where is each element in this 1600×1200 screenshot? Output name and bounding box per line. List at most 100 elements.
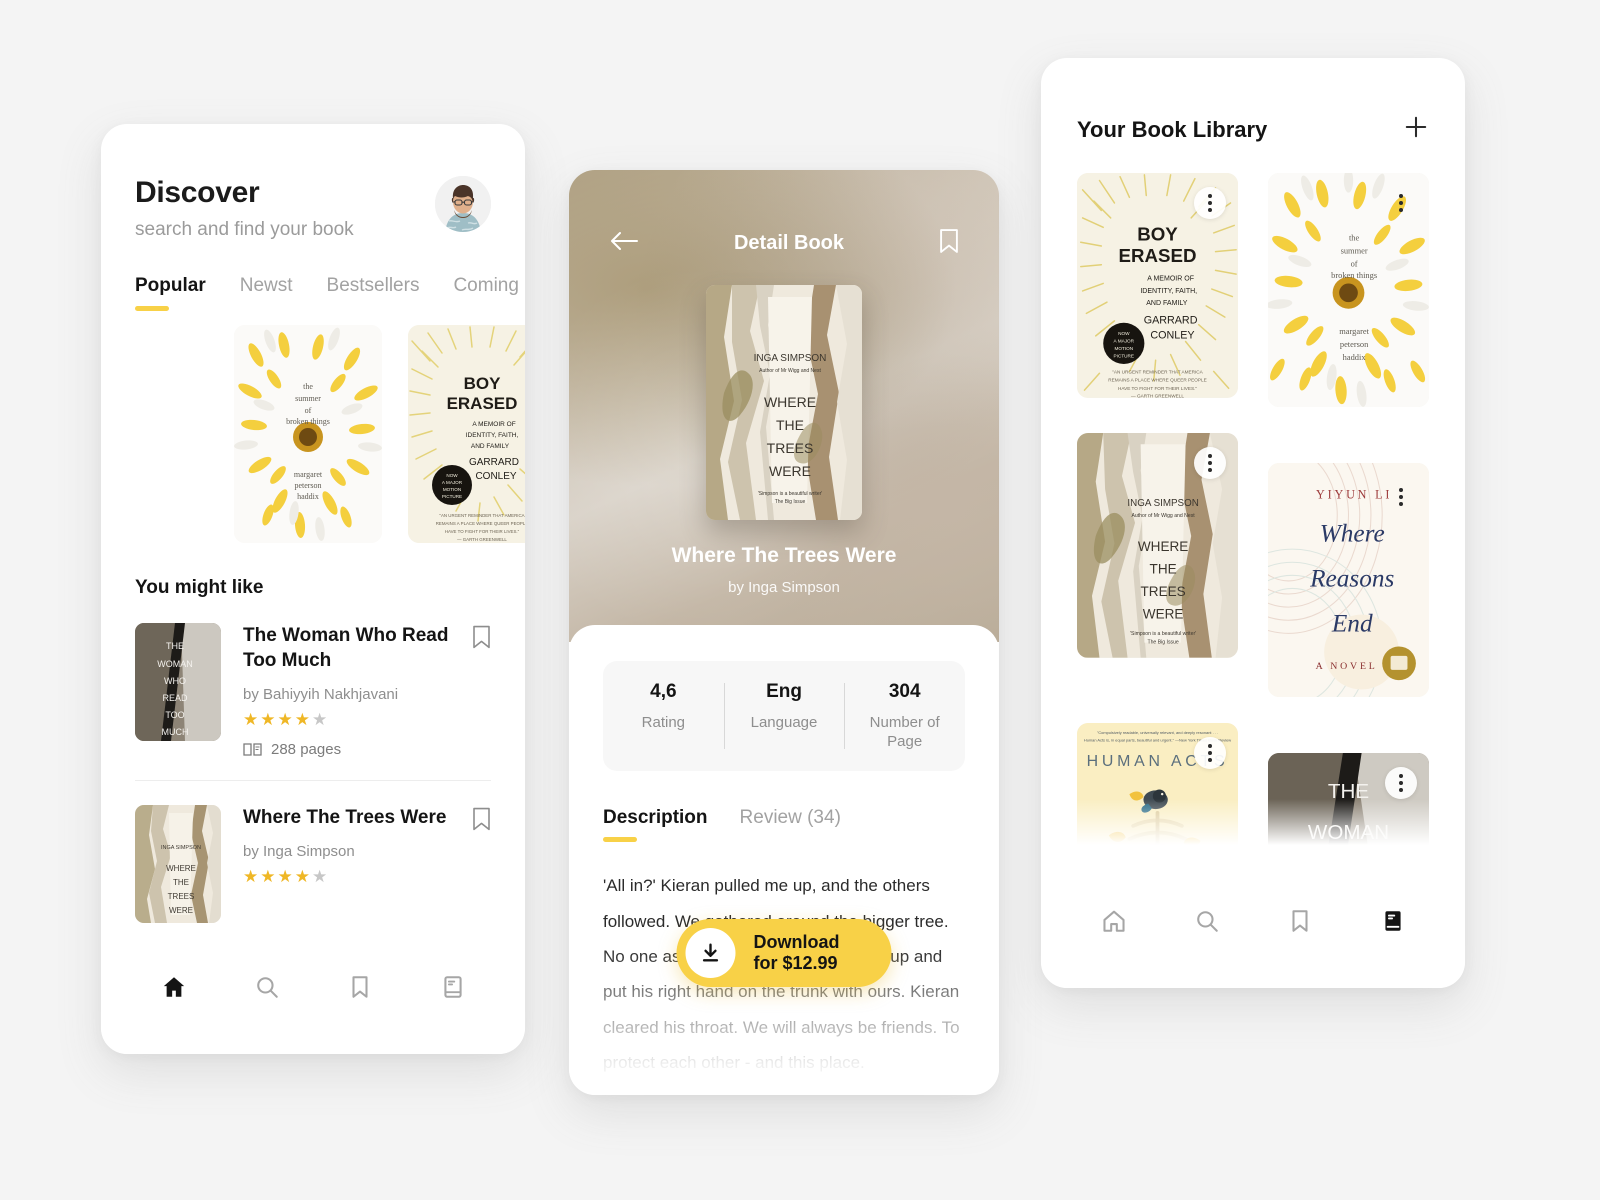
svg-text:TREES: TREES — [168, 892, 195, 901]
cover-art-sunflower: the summer of broken things margaret pet… — [234, 325, 382, 543]
svg-text:MUCH: MUCH — [162, 727, 189, 737]
svg-text:A MAJOR: A MAJOR — [1114, 338, 1135, 343]
nav-home[interactable] — [1101, 908, 1127, 939]
nav-bookmark[interactable] — [1287, 908, 1313, 939]
library-scroll-area[interactable]: BOY ERASED A MEMOIR OF IDENTITY, FAITH, … — [1041, 145, 1465, 845]
download-icon — [702, 943, 719, 962]
item-menu-button[interactable] — [1385, 767, 1417, 799]
library-grid: BOY ERASED A MEMOIR OF IDENTITY, FAITH, … — [1041, 145, 1465, 845]
bookmark-button[interactable] — [472, 805, 491, 923]
item-menu-button[interactable] — [1385, 187, 1417, 219]
carousel-cover-boy-erased[interactable]: BOY ERASED A MEMOIR OF IDENTITY, FAITH, … — [408, 325, 525, 543]
svg-text:REMAINS A PLACE WHERE QUEER PE: REMAINS A PLACE WHERE QUEER PEOPLE — [1108, 378, 1206, 383]
svg-text:Author of Mr Wigg and Nest: Author of Mr Wigg and Nest — [1131, 513, 1195, 519]
library-item-summer-broken-things[interactable]: the summer of broken things margaret peters… — [1268, 173, 1429, 407]
book-stats: 4,6 Rating Eng Language 304 Number of Pa… — [603, 661, 965, 772]
library-item-where-trees-were[interactable]: INGA SIMPSON Author of Mr Wigg and Nest … — [1077, 433, 1238, 697]
svg-text:'Simpson is a beautiful writer: 'Simpson is a beautiful writer' — [758, 491, 822, 497]
arrow-left-icon — [611, 232, 638, 250]
svg-text:WOMAN: WOMAN — [157, 659, 193, 669]
download-button[interactable]: Download for $12.99 — [676, 919, 892, 987]
svg-text:Author of Mr Wigg and Nest: Author of Mr Wigg and Nest — [759, 368, 821, 374]
tab-popular[interactable]: Popular — [135, 275, 206, 311]
popular-carousel[interactable]: the summer of broken things margaret pet… — [101, 311, 525, 543]
book-thumbnail-woman: THE WOMAN WHO READ TOO MUCH — [135, 623, 221, 741]
svg-text:MOTION: MOTION — [443, 487, 461, 492]
svg-text:AND FAMILY: AND FAMILY — [1146, 300, 1188, 307]
list-item[interactable]: THE WOMAN WHO READ TOO MUCH The Woman Who R… — [135, 599, 491, 780]
tab-newst[interactable]: Newst — [240, 275, 293, 311]
discover-header: Discover search and find your book — [101, 124, 525, 241]
avatar[interactable] — [435, 176, 491, 232]
svg-text:broken things: broken things — [286, 417, 330, 426]
svg-text:PICTURE: PICTURE — [442, 494, 462, 499]
item-menu-button[interactable] — [1194, 447, 1226, 479]
tab-coming-soon[interactable]: Coming S — [453, 275, 525, 311]
tab-review[interactable]: Review (34) — [740, 807, 841, 842]
svg-text:GARRARD: GARRARD — [1144, 315, 1198, 327]
back-button[interactable] — [609, 231, 639, 256]
more-vertical-icon — [1399, 774, 1403, 778]
detail-book-author: by Inga Simpson — [728, 579, 840, 596]
svg-text:NOW: NOW — [1118, 331, 1130, 336]
svg-text:peterson: peterson — [294, 481, 321, 490]
svg-text:THE: THE — [776, 417, 804, 433]
library-item-boy-erased[interactable]: BOY ERASED A MEMOIR OF IDENTITY, FAITH, … — [1077, 173, 1238, 407]
carousel-cover-sunflower[interactable]: the summer of broken things margaret pet… — [234, 325, 382, 543]
nav-library[interactable] — [440, 974, 466, 1005]
svg-text:peterson: peterson — [1340, 339, 1369, 349]
svg-text:AND FAMILY: AND FAMILY — [471, 443, 510, 450]
item-menu-button[interactable] — [1194, 187, 1226, 219]
svg-text:margaret: margaret — [294, 470, 323, 479]
bookmark-icon — [940, 229, 958, 253]
svg-text:INGA SIMPSON: INGA SIMPSON — [754, 353, 827, 364]
svg-text:TOO: TOO — [165, 710, 184, 720]
svg-text:THE: THE — [166, 641, 184, 651]
tab-bestsellers[interactable]: Bestsellers — [327, 275, 420, 311]
bookmark-button[interactable] — [472, 623, 491, 758]
cover-art-woman: THE WOMAN WHO READ TOO MUCH — [135, 623, 221, 741]
svg-text:End: End — [1331, 609, 1373, 637]
item-menu-button[interactable] — [1194, 737, 1226, 769]
add-book-button[interactable] — [1403, 114, 1429, 145]
nav-library[interactable] — [1380, 908, 1406, 939]
detail-book-cover[interactable]: INGA SIMPSON Author of Mr Wigg and Nest … — [706, 285, 862, 520]
svg-text:HAVE TO FIGHT FOR THEIR LIVES.: HAVE TO FIGHT FOR THEIR LIVES." — [445, 529, 520, 534]
nav-search[interactable] — [254, 974, 280, 1005]
svg-text:GARRARD: GARRARD — [469, 457, 519, 468]
more-vertical-icon — [1208, 194, 1212, 198]
library-item-where-reasons-end[interactable]: YIYUN LI Where Reasons End A NOVEL — [1268, 463, 1429, 697]
nav-bookmark[interactable] — [347, 974, 373, 1005]
item-menu-button[interactable] — [1385, 481, 1417, 513]
home-icon — [163, 976, 184, 997]
nav-search[interactable] — [1194, 908, 1220, 939]
detail-hero: Detail Book INGA SIMPSON Author of Mr Wi… — [569, 170, 999, 642]
svg-text:of: of — [1351, 259, 1358, 269]
svg-text:haddix: haddix — [297, 492, 319, 501]
svg-text:A MAJOR: A MAJOR — [442, 480, 463, 485]
list-item[interactable]: INGA SIMPSON WHERE THE TREES WERE Where … — [135, 780, 491, 945]
page-subtitle: search and find your book — [135, 219, 354, 240]
tab-description[interactable]: Description — [603, 807, 708, 843]
nav-home[interactable] — [161, 974, 187, 1005]
svg-text:margaret: margaret — [1339, 326, 1369, 336]
avatar-image — [435, 176, 491, 232]
svg-text:READ: READ — [162, 693, 188, 703]
svg-text:WHERE: WHERE — [1138, 539, 1188, 554]
bookmark-button[interactable] — [939, 228, 959, 259]
stat-language: Eng Language — [723, 681, 845, 751]
book-icon — [443, 975, 462, 998]
more-vertical-icon — [1399, 194, 1403, 198]
svg-text:of: of — [305, 406, 312, 415]
svg-text:MOTION: MOTION — [1114, 346, 1133, 351]
svg-text:ERASED: ERASED — [447, 394, 518, 413]
stat-value: Eng — [766, 681, 802, 702]
svg-text:the: the — [1349, 232, 1360, 242]
svg-text:The Big Issue: The Big Issue — [775, 499, 806, 505]
search-icon — [1196, 910, 1218, 932]
star-empty: ★ — [311, 867, 330, 887]
svg-text:CONLEY: CONLEY — [475, 471, 516, 482]
more-vertical-icon — [1208, 454, 1212, 458]
library-scroll-fade — [1041, 799, 1465, 845]
book-icon — [1384, 910, 1401, 931]
